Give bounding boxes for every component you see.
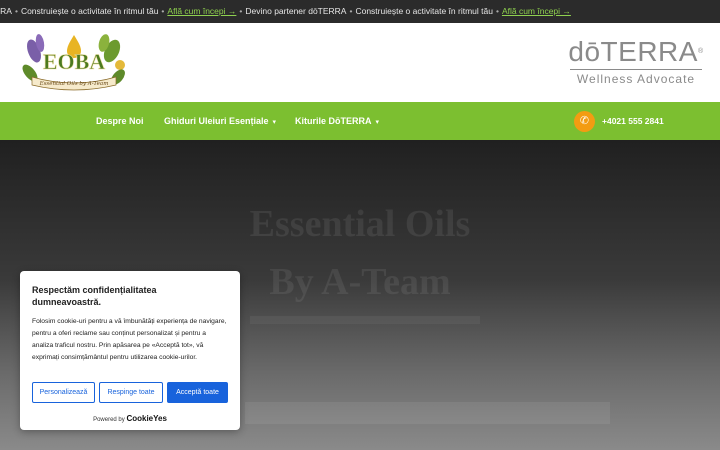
hero-subtitle-placeholder <box>250 316 480 324</box>
chevron-down-icon: ▾ <box>375 119 380 126</box>
doterra-divider <box>570 69 702 70</box>
cookie-description: Folosim cookie-uri pentru a vă îmbunătăț… <box>32 318 227 361</box>
chevron-down-icon: ▾ <box>272 119 277 126</box>
phone-number[interactable]: +4021 555 2841 <box>602 102 664 140</box>
hero-box-placeholder <box>245 402 610 424</box>
cookie-consent-banner: Respectăm confidențialitatea dumneavoast… <box>20 271 240 430</box>
doterra-logo[interactable]: dōTERRA® Wellness Advocate <box>566 37 706 87</box>
nav-item-kiturile[interactable]: Kiturile DōTERRA ▾ <box>295 102 379 140</box>
ticker-text: Construiește o activitate în ritmul tău <box>355 6 493 16</box>
logo-wordmark: EOBA <box>43 49 105 74</box>
nav-item-ghiduri[interactable]: Ghiduri Uleiuri Esențiale ▾ <box>164 102 276 140</box>
phone-icon[interactable]: ✆ <box>574 111 595 132</box>
powered-by-label: Powered by <box>93 417 125 423</box>
logo-tagline: Essential Oils by A-Team <box>39 81 109 87</box>
accept-all-button[interactable]: Acceptă toate <box>167 382 228 403</box>
customize-button[interactable]: Personalizează <box>32 382 95 403</box>
doterra-wordmark: dōTERRA <box>568 36 698 67</box>
main-nav: Despre Noi Ghiduri Uleiuri Esențiale ▾ Ki… <box>0 102 720 140</box>
ticker-text: Construiește o activitate în ritmul tău <box>20 6 159 16</box>
powered-by: Powered by CookieYes <box>20 414 240 423</box>
doterra-trademark: ® <box>697 48 704 55</box>
announcement-ticker: RRA•Construiește o activitate în ritmul … <box>0 0 720 23</box>
ticker-link[interactable]: Află cum începi → <box>167 6 236 16</box>
ticker-text: RRA <box>0 6 12 16</box>
hero-title-line1: Essential Oils <box>249 203 471 245</box>
doterra-subtitle: Wellness Advocate <box>576 72 696 86</box>
reject-all-button[interactable]: Respinge toate <box>99 382 163 403</box>
eoba-logo[interactable]: EOBA Essential Oils by A-Team <box>20 31 128 95</box>
cookieyes-logo[interactable]: CookieYes <box>126 414 166 423</box>
nav-item-label: Ghiduri Uleiuri Esențiale <box>164 116 269 126</box>
nav-item-label: Kiturile DōTERRA <box>295 116 372 126</box>
cookie-buttons: Personalizează Respinge toate Acceptă to… <box>32 382 228 403</box>
ticker-text: Devino partener dōTERRA <box>245 6 347 16</box>
ticker-link[interactable]: Află cum începi → <box>502 6 571 16</box>
nav-item-label: Despre Noi <box>96 116 144 126</box>
site-header: EOBA Essential Oils by A-Team dōTERRA® W… <box>0 23 720 102</box>
cookie-title: Respectăm confidențialitatea dumneavoast… <box>32 285 157 307</box>
nav-item-despre-noi[interactable]: Despre Noi <box>96 102 144 140</box>
